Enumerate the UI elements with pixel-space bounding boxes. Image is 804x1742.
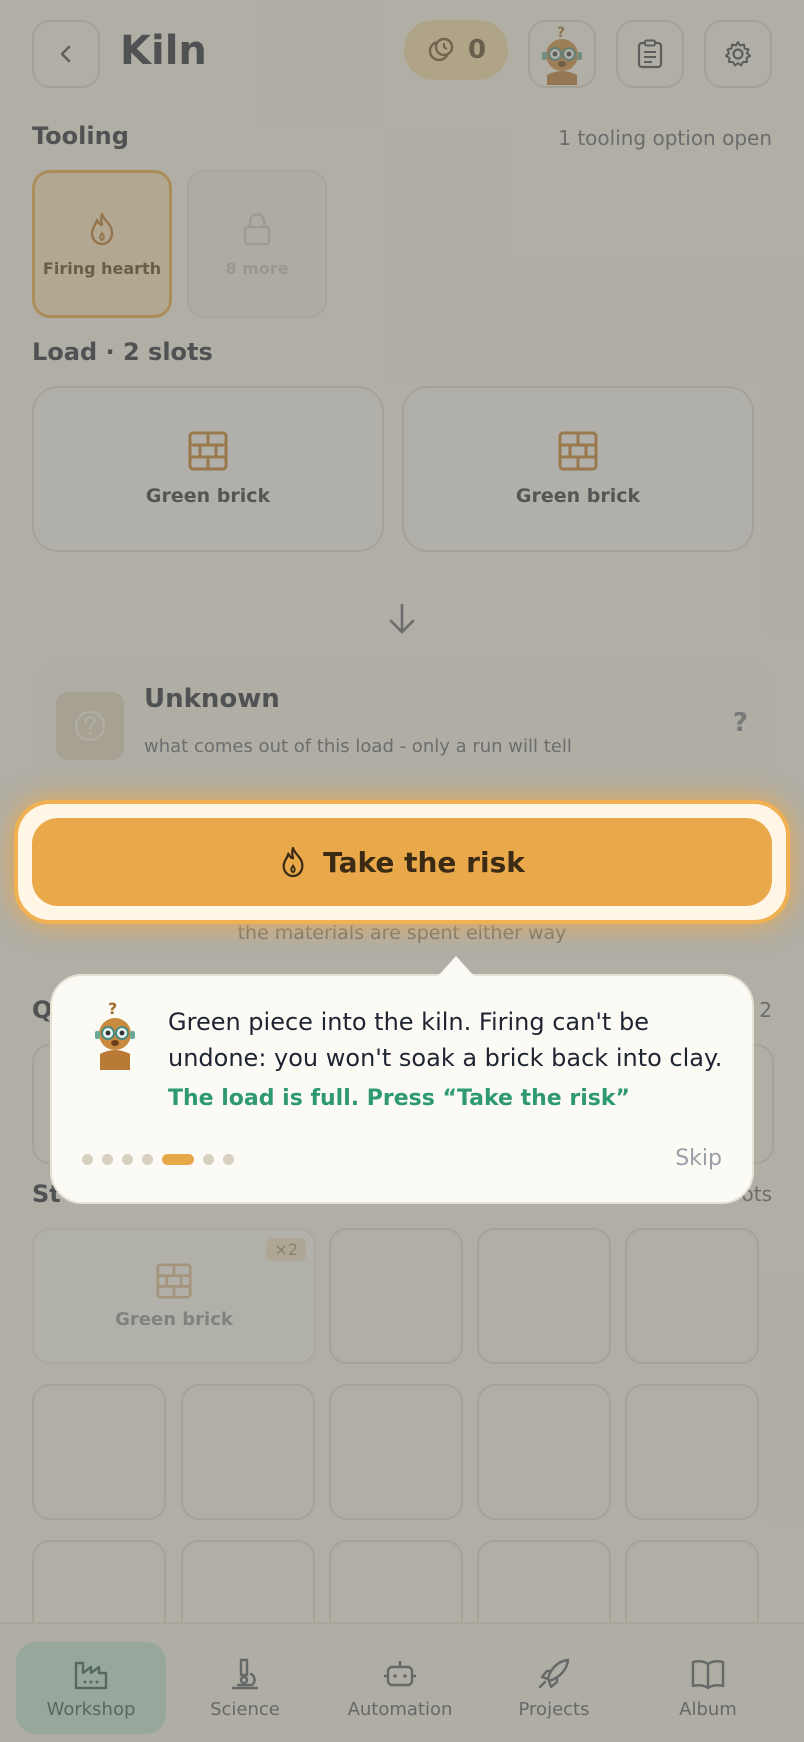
flame-icon <box>282 846 304 878</box>
nav-label: Science <box>210 1698 280 1720</box>
slot-label: Green brick <box>145 485 271 507</box>
storage-cell[interactable] <box>625 1384 759 1520</box>
svg-text:?: ? <box>108 1000 117 1018</box>
brick-icon <box>188 431 228 471</box>
take-risk-label: Take the risk <box>323 845 525 879</box>
tool-firing-hearth[interactable]: Firing hearth <box>32 170 172 318</box>
queue-meta: 2 <box>759 998 772 1022</box>
tool-label: Firing hearth <box>42 258 162 278</box>
progress-dot <box>223 1154 234 1165</box>
nav-label: Album <box>679 1698 737 1720</box>
nav-science[interactable]: Science <box>170 1642 320 1734</box>
tooling-title: Tooling <box>32 122 129 150</box>
progress-dot <box>142 1154 153 1165</box>
clipboard-icon <box>637 39 663 69</box>
progress-dot <box>203 1154 214 1165</box>
progress-dot <box>122 1154 133 1165</box>
result-card: Unknown what comes out of this load - on… <box>32 660 772 790</box>
robot-icon <box>384 1660 416 1686</box>
storage-cell[interactable] <box>477 1228 611 1364</box>
robot-avatar-button[interactable]: ? <box>528 20 596 88</box>
storage-cell[interactable] <box>32 1384 166 1520</box>
tool-locked-more[interactable]: 8 more <box>187 170 327 318</box>
tooltip-message: Green piece into the kiln. Firing can't … <box>168 1008 723 1072</box>
tutorial-tooltip: ? Green piece into the kiln. Firing can'… <box>50 956 754 1204</box>
stock-item-green-brick[interactable]: ×2 Green brick <box>32 1228 316 1364</box>
storage-cell[interactable] <box>329 1384 463 1520</box>
robot-guide-icon: ? <box>95 1000 135 1070</box>
factory-icon <box>74 1661 108 1689</box>
coin-count: 0 <box>467 35 487 65</box>
svg-text:?: ? <box>557 25 565 41</box>
tool-label: 8 more <box>225 258 289 278</box>
settings-button[interactable] <box>704 20 772 88</box>
nav-label: Workshop <box>46 1698 136 1720</box>
robot-avatar-icon: ? <box>542 25 582 85</box>
brick-icon <box>558 431 598 471</box>
tooltip-pointer <box>438 956 474 976</box>
question-circle-icon <box>74 710 106 742</box>
result-description: what comes out of this load - only a run… <box>144 736 572 757</box>
result-icon <box>56 692 124 760</box>
progress-dot-active <box>162 1154 194 1165</box>
kiln-screen: Kiln 0 ? Tooling 1 tooling option open F… <box>0 0 804 1742</box>
back-button[interactable] <box>32 20 100 88</box>
storage-cell[interactable] <box>329 1228 463 1364</box>
rocket-icon <box>538 1658 570 1688</box>
action-caption: the materials are spent either way <box>237 922 567 944</box>
slot-label: Green brick <box>515 485 641 507</box>
microscope-icon <box>231 1658 259 1689</box>
coin-icon <box>428 37 454 62</box>
nav-automation[interactable]: Automation <box>325 1642 475 1734</box>
nav-projects[interactable]: Projects <box>479 1642 629 1734</box>
nav-label: Projects <box>518 1698 590 1720</box>
take-risk-button[interactable]: Take the risk <box>32 818 772 906</box>
storage-cell[interactable] <box>625 1228 759 1364</box>
lock-icon <box>243 212 271 245</box>
stock-count-badge: ×2 <box>266 1238 306 1261</box>
tooltip-hint: The load is full. Press “Take the risk” <box>168 1086 630 1111</box>
progress-dot <box>82 1154 93 1165</box>
tutorial-progress <box>82 1154 234 1165</box>
load-slot[interactable]: Green brick <box>402 386 754 552</box>
load-title: Load · 2 slots <box>32 338 213 366</box>
flame-icon <box>90 212 114 245</box>
chevron-left-icon <box>60 45 71 63</box>
result-unknown-mark: ? <box>732 708 748 738</box>
storage-cell[interactable] <box>477 1384 611 1520</box>
storage-cell[interactable] <box>181 1384 315 1520</box>
arrow-down-icon <box>389 603 415 634</box>
brick-icon <box>156 1262 192 1299</box>
page-title: Kiln <box>120 28 207 74</box>
nav-album[interactable]: Album <box>633 1642 783 1734</box>
nav-workshop[interactable]: Workshop <box>16 1642 166 1734</box>
result-title: Unknown <box>144 684 280 714</box>
bottom-nav: Workshop Science Automation Projects Alb… <box>0 1622 804 1742</box>
take-risk-highlight: Take the risk <box>14 800 790 924</box>
stock-item-label: Green brick <box>115 1308 233 1330</box>
skip-button[interactable]: Skip <box>675 1146 722 1171</box>
book-icon <box>691 1659 725 1689</box>
tooling-meta: 1 tooling option open <box>558 126 772 150</box>
progress-dot <box>102 1154 113 1165</box>
header: Kiln 0 ? <box>32 20 772 88</box>
gear-icon <box>725 41 751 67</box>
coin-counter[interactable]: 0 <box>404 20 508 80</box>
tasks-button[interactable] <box>616 20 684 88</box>
nav-label: Automation <box>347 1698 453 1720</box>
load-slot[interactable]: Green brick <box>32 386 384 552</box>
